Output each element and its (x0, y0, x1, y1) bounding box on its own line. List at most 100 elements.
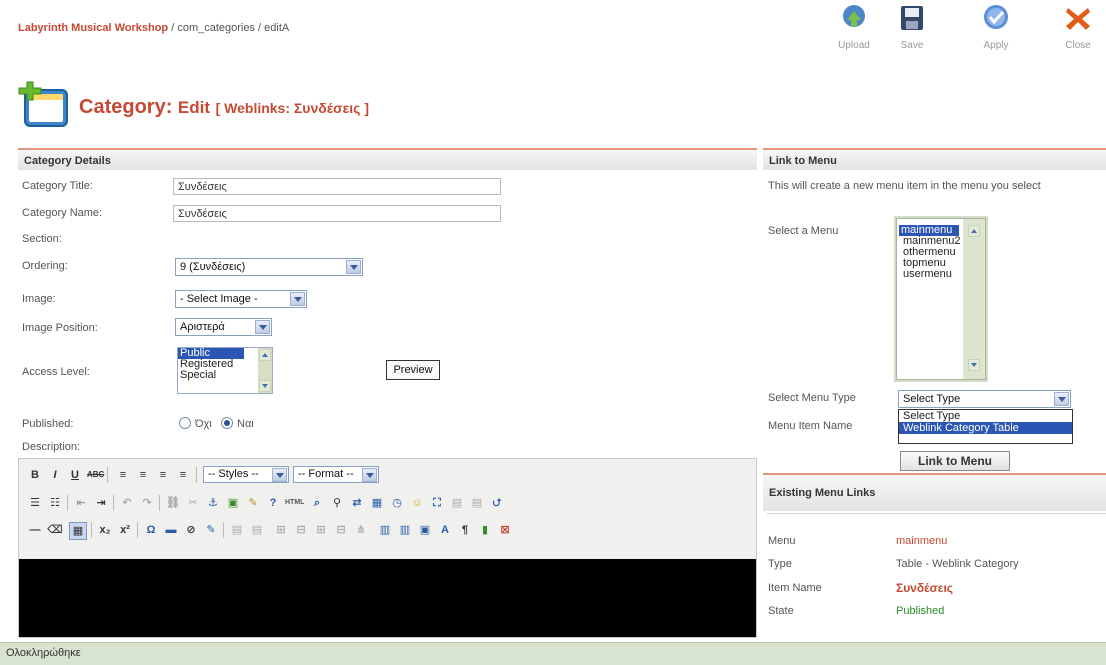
template-icon[interactable]: ▮ (477, 522, 493, 538)
unlink-icon[interactable]: ✂ (185, 495, 201, 511)
hr-icon[interactable]: ▬ (163, 522, 179, 538)
access-scrollbar[interactable] (258, 348, 272, 393)
pilcrow-icon[interactable]: ¶ (457, 522, 473, 538)
close-icon (1066, 8, 1090, 30)
access-level-list[interactable]: Public Registered Special (177, 347, 273, 394)
category-title-input[interactable] (173, 178, 501, 195)
category-name-label: Category Name: (22, 207, 103, 219)
table-props-icon[interactable]: ▤ (229, 522, 245, 538)
redo-icon[interactable]: ↷ (139, 495, 155, 511)
menu-list[interactable]: mainmenu mainmenu2 othermenu topmenu use… (896, 218, 986, 380)
paste-icon[interactable]: ▤ (449, 495, 465, 511)
media-icon[interactable]: ▦ (369, 495, 385, 511)
image-select[interactable]: - Select Image - (175, 290, 307, 308)
anchor-icon[interactable]: ⚓ (205, 495, 221, 511)
menu-type-label: Select Menu Type (768, 392, 856, 404)
menu-item-name-label: Menu Item Name (768, 420, 853, 432)
layer-icon[interactable]: ▥ (377, 522, 393, 538)
ltr-icon[interactable]: ⮍ (489, 495, 505, 511)
subscript-icon[interactable]: x₂ (97, 522, 113, 538)
row-insert-icon[interactable]: ⊞ (273, 522, 289, 538)
format-select[interactable]: -- Format -- (293, 466, 379, 483)
layer-back-icon[interactable]: ▥ (397, 522, 413, 538)
description-label: Description: (22, 441, 81, 453)
fullscreen-icon[interactable]: ⛶ (429, 495, 445, 511)
undo-icon[interactable]: ↶ (119, 495, 135, 511)
image-icon[interactable]: ▣ (225, 495, 241, 511)
numbered-list-icon[interactable]: ☷ (47, 495, 63, 511)
layer-abs-icon[interactable]: ▣ (417, 522, 433, 538)
menu-scrollbar[interactable] (963, 219, 985, 379)
close-button[interactable]: Close (1050, 0, 1106, 58)
upload-button[interactable]: Upload (826, 0, 882, 58)
breadcrumb-site[interactable]: Labyrinth Musical Workshop (18, 22, 168, 34)
access-level-label: Access Level: (22, 366, 90, 378)
eraser-icon[interactable]: ⌫ (47, 522, 63, 538)
menu-type-option[interactable]: Select Type (899, 410, 1072, 422)
indent-icon[interactable]: ⇥ (93, 495, 109, 511)
align-right-icon[interactable]: ≡ (155, 467, 171, 483)
existing-state-value[interactable]: Published (896, 605, 944, 617)
cell-props-icon[interactable]: ▤ (249, 522, 265, 538)
outdent-icon[interactable]: ⇤ (73, 495, 89, 511)
align-justify-icon[interactable]: ≡ (175, 467, 191, 483)
emoticon-icon[interactable]: ☺ (409, 495, 425, 511)
col-insert-icon[interactable]: ⊞ (313, 522, 329, 538)
time-icon[interactable]: ◷ (389, 495, 405, 511)
published-yes-label: Ναι (237, 418, 254, 430)
html-icon[interactable]: HTML (285, 495, 304, 511)
ordering-select[interactable]: 9 (Συνδέσεις) (175, 258, 363, 276)
col-delete-icon[interactable]: ⊟ (333, 522, 349, 538)
menu-type-dropdown[interactable]: Select Type Weblink Category Table (898, 409, 1073, 444)
styles-select[interactable]: -- Styles -- (203, 466, 289, 483)
superscript-icon[interactable]: x² (117, 522, 133, 538)
existing-item-value[interactable]: Συνδέσεις (896, 581, 953, 595)
ordering-label: Ordering: (22, 260, 68, 272)
replace-icon[interactable]: ⇄ (349, 495, 365, 511)
zoom-icon[interactable]: ⌕ (309, 495, 325, 511)
menu-type-option[interactable]: Weblink Category Table (899, 422, 1072, 434)
editor-content-area[interactable] (19, 559, 756, 637)
description-editor: B I U ABC ≡ ≡ ≡ ≡ -- Styles -- -- Format… (18, 458, 757, 638)
apply-label: Apply (983, 40, 1009, 51)
cleanup-icon[interactable]: ✎ (245, 495, 261, 511)
page-title-context: [ Weblinks: Συνδέσεις ] (215, 100, 369, 116)
edit-css-icon[interactable]: ✎ (203, 522, 219, 538)
existing-item-label: Item Name (768, 582, 822, 594)
print-icon[interactable]: ⊠ (497, 522, 513, 538)
existing-menu-value[interactable]: mainmenu (896, 535, 947, 547)
link-to-menu-button[interactable]: Link to Menu (900, 451, 1010, 471)
special-char-icon[interactable]: Ω (143, 522, 159, 538)
published-no-radio[interactable] (179, 417, 191, 429)
align-left-icon[interactable]: ≡ (115, 467, 131, 483)
row-delete-icon[interactable]: ⊟ (293, 522, 309, 538)
category-name-input[interactable] (173, 205, 501, 222)
preview-button[interactable]: Preview (386, 360, 440, 380)
bullet-list-icon[interactable]: ☰ (27, 495, 43, 511)
align-center-icon[interactable]: ≡ (135, 467, 151, 483)
image-position-select[interactable]: Αριστερά (175, 318, 272, 336)
italic-icon[interactable]: I (47, 467, 63, 483)
table-icon[interactable]: ▦ (69, 522, 87, 540)
style-props-icon[interactable]: A (437, 522, 453, 538)
upload-icon (843, 5, 865, 27)
link-to-menu-info: This will create a new menu item in the … (768, 180, 1041, 192)
existing-type-label: Type (768, 558, 792, 570)
search-icon[interactable]: ⚲ (329, 495, 345, 511)
published-yes-radio[interactable] (221, 417, 233, 429)
paste-word-icon[interactable]: ▤ (469, 495, 485, 511)
save-button[interactable]: Save (884, 0, 940, 58)
link-icon[interactable]: ⛓ (165, 495, 181, 511)
bold-icon[interactable]: B (27, 467, 43, 483)
menu-type-select[interactable]: Select Type (898, 390, 1071, 408)
split-cell-icon[interactable]: ⋔ (353, 522, 369, 538)
horizontal-rule-icon[interactable]: — (27, 522, 43, 538)
remove-format-icon[interactable]: ⊘ (183, 522, 199, 538)
published-no-label: Όχι (195, 418, 212, 430)
image-position-label: Image Position: (22, 322, 98, 334)
ordering-value: 9 (Συνδέσεις) (180, 261, 246, 273)
strikethrough-icon[interactable]: ABC (87, 467, 104, 483)
help-icon[interactable]: ? (265, 495, 281, 511)
apply-button[interactable]: Apply (968, 0, 1024, 58)
underline-icon[interactable]: U (67, 467, 83, 483)
